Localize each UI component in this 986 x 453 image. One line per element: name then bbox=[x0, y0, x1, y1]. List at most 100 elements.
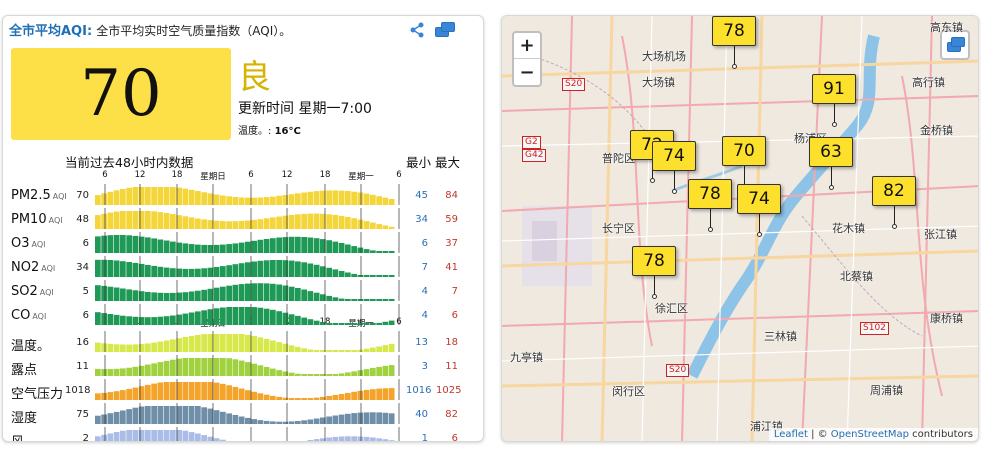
history-bar bbox=[145, 317, 151, 325]
history-bar bbox=[201, 310, 207, 325]
zoom-out-button[interactable]: − bbox=[514, 59, 540, 85]
history-bar bbox=[207, 408, 214, 424]
history-bar bbox=[270, 309, 276, 325]
place-label: 北蔡镇 bbox=[840, 270, 873, 283]
history-bar bbox=[307, 291, 314, 301]
history-bar bbox=[226, 413, 232, 424]
history-bar bbox=[370, 222, 376, 229]
leaflet-link[interactable]: Leaflet bbox=[774, 429, 808, 440]
history-bar bbox=[326, 374, 332, 376]
row-label-text: 空气压力 bbox=[11, 387, 64, 402]
history-bar bbox=[345, 272, 351, 277]
history-bar bbox=[220, 307, 226, 325]
history-bar bbox=[251, 307, 257, 325]
history-bar bbox=[295, 398, 301, 400]
history-bar bbox=[163, 293, 170, 301]
history-bar bbox=[388, 199, 395, 205]
history-bar bbox=[188, 217, 195, 229]
history-bar bbox=[163, 187, 170, 205]
history-bar bbox=[338, 414, 345, 424]
history-bar bbox=[170, 187, 176, 205]
history-sparkline bbox=[95, 184, 400, 205]
tick-label: 6 bbox=[248, 170, 254, 180]
aqi-marker[interactable]: 70 bbox=[722, 136, 766, 166]
history-bar bbox=[263, 338, 270, 352]
history-bar bbox=[276, 311, 282, 325]
history-bar bbox=[370, 250, 376, 253]
history-bar bbox=[295, 346, 301, 352]
row-min: 1016 bbox=[406, 385, 432, 396]
row-max: 37 bbox=[445, 238, 458, 249]
history-bar bbox=[245, 362, 251, 376]
history-bar bbox=[263, 283, 270, 301]
marker-pin bbox=[831, 167, 832, 187]
history-bar bbox=[120, 410, 126, 424]
aqi-marker[interactable]: 91 bbox=[812, 74, 856, 104]
history-bar bbox=[157, 406, 164, 424]
share-icon[interactable] bbox=[409, 22, 425, 38]
aqi-marker[interactable]: 82 bbox=[872, 176, 916, 206]
aqi-value-box: 70 bbox=[11, 48, 231, 140]
history-bar bbox=[182, 382, 189, 400]
history-bar bbox=[107, 392, 114, 400]
aqi-marker[interactable]: 78 bbox=[688, 179, 732, 209]
history-bar bbox=[101, 193, 107, 205]
history-bar bbox=[145, 430, 151, 441]
history-bar bbox=[376, 438, 382, 441]
history-bar bbox=[170, 315, 176, 325]
aqi-marker[interactable]: 74 bbox=[737, 184, 781, 214]
history-bar bbox=[382, 197, 389, 205]
history-bar bbox=[351, 323, 357, 325]
history-bar bbox=[213, 358, 220, 376]
history-bar bbox=[313, 292, 320, 301]
history-bar bbox=[107, 413, 114, 424]
osm-link[interactable]: OpenStreetMap bbox=[831, 429, 909, 440]
aqi-marker[interactable]: 78 bbox=[712, 16, 756, 46]
history-bar bbox=[370, 367, 376, 376]
history-bar bbox=[145, 211, 151, 229]
history-bar bbox=[363, 249, 370, 253]
row-label: O3 AQI bbox=[11, 236, 46, 251]
history-bar bbox=[213, 220, 220, 229]
history-bar bbox=[351, 391, 357, 400]
history-bar bbox=[132, 407, 139, 424]
history-bar bbox=[351, 273, 357, 277]
history-bar bbox=[276, 237, 282, 253]
history-bar bbox=[338, 298, 345, 301]
history-bar bbox=[151, 363, 157, 376]
history-bar bbox=[307, 440, 314, 441]
history-bar bbox=[120, 288, 126, 301]
history-bar bbox=[345, 392, 351, 400]
history-bar bbox=[388, 440, 395, 441]
row-min: 7 bbox=[421, 262, 428, 273]
history-bar bbox=[288, 421, 295, 424]
history-bar bbox=[238, 334, 245, 352]
history-bar bbox=[107, 433, 114, 441]
tick-label: 6 bbox=[396, 170, 402, 180]
history-bar bbox=[251, 197, 257, 205]
row-current: 11 bbox=[76, 361, 89, 372]
history-bar bbox=[132, 290, 139, 301]
history-bar bbox=[201, 244, 207, 253]
history-bar bbox=[288, 260, 295, 277]
history-bar bbox=[357, 349, 364, 352]
history-bar bbox=[251, 391, 257, 400]
aqi-marker[interactable]: 74 bbox=[652, 141, 696, 171]
history-bar bbox=[126, 430, 132, 441]
history-bar bbox=[195, 290, 201, 301]
aqi-map[interactable]: + − 大场机场大场镇高行镇金桥镇普陀区杨浦区长宁区花木镇张江镇北蔡镇徐汇区九亭… bbox=[501, 15, 979, 442]
history-bar bbox=[263, 239, 270, 253]
aqi-marker[interactable]: 78 bbox=[632, 246, 676, 276]
zoom-in-button[interactable]: + bbox=[514, 33, 540, 59]
windows-icon[interactable] bbox=[435, 22, 457, 38]
aqi-marker[interactable]: 63 bbox=[809, 137, 853, 167]
row-label: 露点 bbox=[11, 359, 37, 378]
row-max: 7 bbox=[451, 286, 458, 297]
history-bar bbox=[213, 382, 220, 400]
history-bar bbox=[245, 307, 251, 325]
history-bar bbox=[213, 438, 220, 441]
history-bar bbox=[251, 261, 257, 277]
attribution-tail: contributors bbox=[909, 429, 973, 440]
row-min: 40 bbox=[415, 409, 428, 420]
history-bar bbox=[388, 343, 395, 352]
